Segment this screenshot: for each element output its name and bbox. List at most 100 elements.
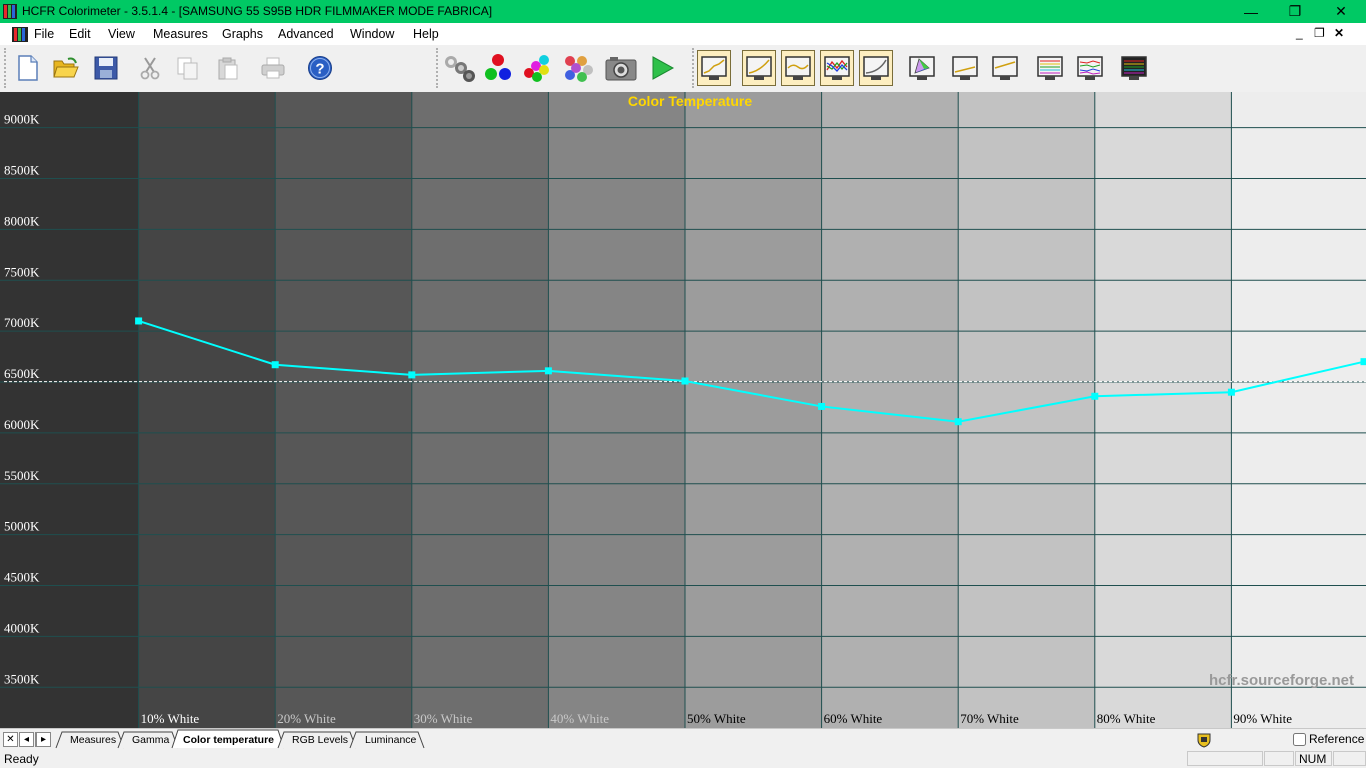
tab-measures[interactable]: Measures: [70, 734, 116, 746]
menu-window[interactable]: Window: [350, 27, 394, 41]
graph-saturation-luminance-icon: [1077, 56, 1103, 80]
mdi-close-button[interactable]: ✕: [1334, 26, 1344, 40]
y-tick-label: 5500K: [4, 468, 40, 483]
data-point[interactable]: [1091, 392, 1099, 400]
y-tick-label: 7000K: [4, 315, 40, 330]
data-point[interactable]: [954, 418, 962, 426]
cut-button[interactable]: [133, 50, 167, 86]
print-button[interactable]: [256, 50, 290, 86]
graph-near-black-icon: [952, 56, 978, 80]
reference-checkbox[interactable]: [1293, 733, 1306, 746]
x-tick-label: 80% White: [1097, 711, 1156, 726]
tab-luminance[interactable]: Luminance: [365, 734, 416, 746]
open-folder-icon: [53, 57, 79, 78]
graph-measures-icon: [1121, 56, 1147, 80]
status-bar: Ready NUM: [0, 750, 1366, 768]
tab-color-temperature[interactable]: Color temperature: [183, 734, 274, 746]
mdi-restore-button[interactable]: ❐: [1314, 26, 1325, 40]
x-tick-label: 30% White: [414, 711, 473, 726]
graph-gray-button[interactable]: [697, 50, 731, 86]
graph-gamma-icon: [746, 56, 772, 80]
restore-button[interactable]: ❐: [1272, 0, 1318, 23]
shield-icon[interactable]: [1196, 732, 1212, 748]
menu-help[interactable]: Help: [413, 27, 439, 41]
close-button[interactable]: ✕: [1318, 0, 1364, 23]
tab-gamma[interactable]: Gamma: [132, 734, 169, 746]
open-button[interactable]: [49, 50, 83, 86]
graph-near-white-icon: [992, 56, 1018, 80]
new-document-button[interactable]: [11, 50, 45, 86]
paste-button[interactable]: [211, 50, 245, 86]
svg-text:?: ?: [315, 61, 324, 78]
data-point[interactable]: [681, 377, 689, 385]
data-point[interactable]: [135, 317, 143, 325]
data-point[interactable]: [408, 371, 416, 379]
data-point[interactable]: [818, 402, 826, 410]
save-button[interactable]: [89, 50, 123, 86]
x-tick-label: 60% White: [824, 711, 883, 726]
y-tick-label: 8500K: [4, 162, 40, 177]
chart-title: Color Temperature: [628, 93, 752, 109]
camera-button[interactable]: [604, 50, 638, 86]
rgb-primaries-icon: [485, 54, 511, 80]
status-num-indicator: NUM: [1295, 751, 1332, 766]
graph-luminance-icon: [863, 56, 889, 80]
data-point[interactable]: [544, 367, 552, 375]
document-icon[interactable]: [12, 27, 28, 42]
data-point[interactable]: [1360, 358, 1366, 366]
status-pane-blank-2: [1264, 751, 1294, 766]
status-text: Ready: [4, 752, 39, 766]
graph-rgb-levels-button[interactable]: [820, 50, 854, 86]
background-band: [958, 92, 1095, 728]
data-point[interactable]: [271, 361, 279, 369]
sensor-button[interactable]: [442, 50, 476, 86]
window-title: HCFR Colorimeter - 3.5.1.4 - [SAMSUNG 55…: [22, 4, 493, 18]
tab-first-button[interactable]: ◂: [19, 732, 34, 747]
background-band: [821, 92, 959, 728]
watermark: hcfr.sourceforge.net: [1209, 672, 1354, 689]
tab-rgb-levels[interactable]: RGB Levels: [292, 734, 348, 746]
minimize-button[interactable]: —: [1228, 0, 1274, 23]
reference-label: Reference: [1309, 732, 1365, 746]
x-tick-label: 50% White: [687, 711, 746, 726]
data-point[interactable]: [1227, 388, 1235, 396]
copy-icon: [177, 57, 198, 80]
toolbar: ?: [0, 45, 1366, 93]
tab-next-button[interactable]: ▸: [36, 732, 51, 747]
graph-near-white-button[interactable]: [988, 50, 1022, 86]
menu-measures[interactable]: Measures: [153, 27, 208, 41]
graph-saturation-luminance-button[interactable]: [1073, 50, 1107, 86]
menu-edit[interactable]: Edit: [69, 27, 91, 41]
primaries-button[interactable]: [481, 50, 515, 86]
y-tick-label: 9000K: [4, 112, 40, 127]
new-document-icon: [18, 55, 38, 81]
play-button[interactable]: [645, 50, 679, 86]
help-icon: ?: [308, 56, 332, 80]
graph-luminance-button[interactable]: [859, 50, 893, 86]
graph-gamma-button[interactable]: [742, 50, 776, 86]
mdi-minimize-button[interactable]: _: [1296, 26, 1303, 40]
color-temperature-chart[interactable]: 3500K 4000K 4500K 5000K 5500K 6000K 6500K 7000K…: [0, 92, 1366, 728]
menu-advanced[interactable]: Advanced: [278, 27, 334, 41]
status-pane-blank-1: [1187, 751, 1263, 766]
saturations-button[interactable]: [560, 50, 594, 86]
tab-close-button[interactable]: ✕: [3, 732, 18, 747]
graph-measures-button[interactable]: [1117, 50, 1151, 86]
secondaries-icon: [524, 55, 549, 82]
graph-near-black-button[interactable]: [948, 50, 982, 86]
graph-saturation-shift-button[interactable]: [1033, 50, 1067, 86]
cie-diagram-icon: [909, 56, 935, 80]
menu-graphs[interactable]: Graphs: [222, 27, 263, 41]
y-tick-label: 4500K: [4, 570, 40, 585]
graph-color-temp-button[interactable]: [781, 50, 815, 86]
menu-view[interactable]: View: [108, 27, 135, 41]
secondaries-button[interactable]: [520, 50, 554, 86]
background-band: [275, 92, 412, 728]
background-band: [411, 92, 549, 728]
x-tick-label: 70% White: [960, 711, 1019, 726]
copy-button[interactable]: [171, 50, 205, 86]
help-button[interactable]: ?: [303, 50, 337, 86]
menu-file[interactable]: File: [34, 27, 54, 41]
cie-diagram-button[interactable]: [905, 50, 939, 86]
status-pane-blank-3: [1333, 751, 1366, 766]
